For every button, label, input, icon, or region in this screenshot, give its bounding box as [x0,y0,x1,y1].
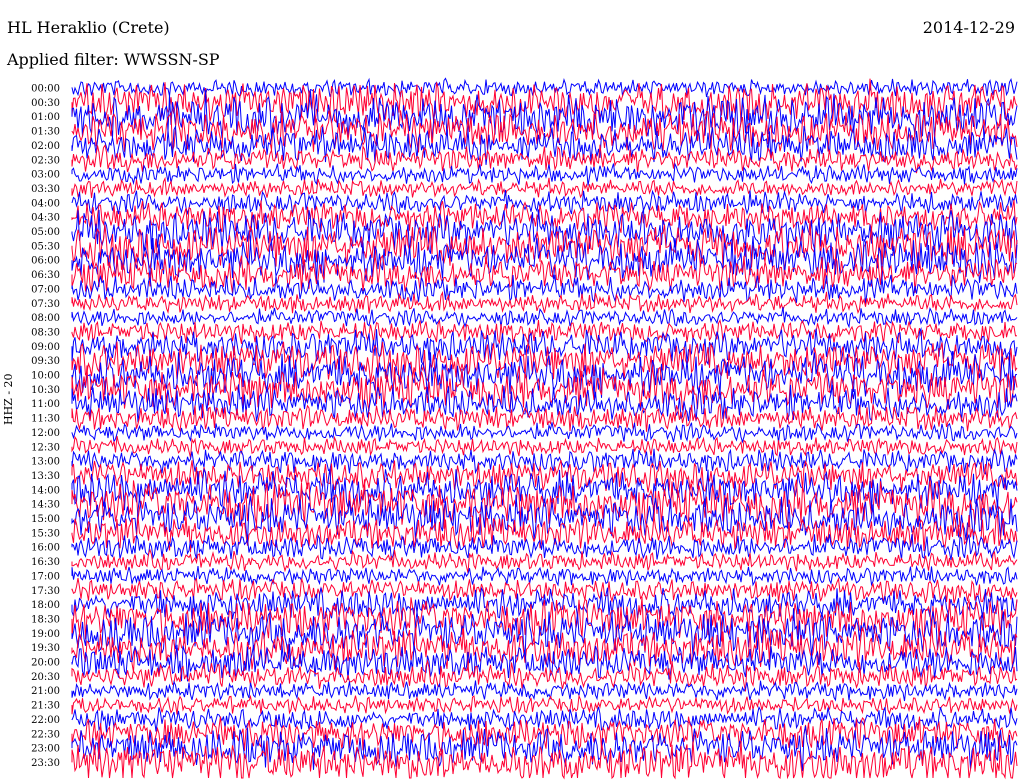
time-tick-label: 22:30 [31,729,60,740]
time-tick-group: 00:00 00:30 01:00 01:30 02:00 02:30 03:00 03:30… [31,84,60,769]
time-tick-label: 23:00 [31,744,60,755]
time-tick-label: 12:30 [31,442,60,453]
time-tick-label: 16:00 [31,543,60,554]
time-tick-label: 04:00 [31,198,60,209]
time-tick-label: 17:00 [31,571,60,582]
time-tick-label: 05:30 [31,241,60,252]
time-tick-label: 01:00 [31,112,60,123]
seismogram-plot: 00:00 00:30 01:00 01:30 02:00 02:30 03:00 03:30… [31,77,1018,780]
time-tick-label: 12:00 [31,428,60,439]
time-tick-label: 21:00 [31,686,60,697]
time-tick-label: 18:00 [31,600,60,611]
time-tick-label: 09:00 [31,342,60,353]
time-tick-label: 20:00 [31,658,60,669]
time-tick-label: 02:00 [31,141,60,152]
time-tick-label: 11:30 [31,414,60,425]
time-tick-label: 11:00 [31,399,60,410]
time-tick-label: 23:30 [31,758,60,769]
trace-line [71,77,1018,99]
time-tick-label: 03:30 [31,184,60,195]
trace-line [71,680,1018,702]
trace-line [71,422,1018,444]
time-tick-label: 08:30 [31,327,60,338]
time-tick-label: 21:30 [31,701,60,712]
trace-group [71,77,1018,780]
trace-line [71,189,1018,216]
time-tick-label: 05:00 [31,227,60,238]
time-tick-label: 04:30 [31,213,60,224]
time-tick-label: 14:30 [31,500,60,511]
time-tick-label: 19:30 [31,643,60,654]
trace-line [71,576,1018,604]
trace-line [71,176,1018,199]
time-tick-label: 09:30 [31,356,60,367]
time-tick-label: 10:30 [31,385,60,396]
time-tick-label: 17:30 [31,586,60,597]
time-tick-label: 00:00 [31,84,60,95]
time-tick-label: 00:30 [31,98,60,109]
time-tick-label: 10:00 [31,371,60,382]
time-tick-label: 08:00 [31,313,60,324]
time-tick-label: 14:00 [31,485,60,496]
time-tick-label: 19:00 [31,629,60,640]
time-tick-label: 20:30 [31,672,60,683]
time-tick-label: 13:00 [31,457,60,468]
time-tick-label: 15:30 [31,528,60,539]
trace-line [71,447,1018,475]
time-tick-label: 18:30 [31,614,60,625]
time-tick-label: 13:30 [31,471,60,482]
time-tick-label: 01:30 [31,127,60,138]
trace-line [71,435,1018,458]
time-tick-label: 16:30 [31,557,60,568]
time-tick-label: 07:00 [31,284,60,295]
time-tick-label: 06:00 [31,256,60,267]
time-tick-label: 02:30 [31,155,60,166]
time-tick-label: 22:00 [31,715,60,726]
trace-line [71,565,1018,587]
time-tick-label: 15:00 [31,514,60,525]
time-tick-label: 03:00 [31,170,60,181]
time-tick-label: 06:30 [31,270,60,281]
time-tick-label: 07:30 [31,299,60,310]
trace-line [71,694,1018,715]
